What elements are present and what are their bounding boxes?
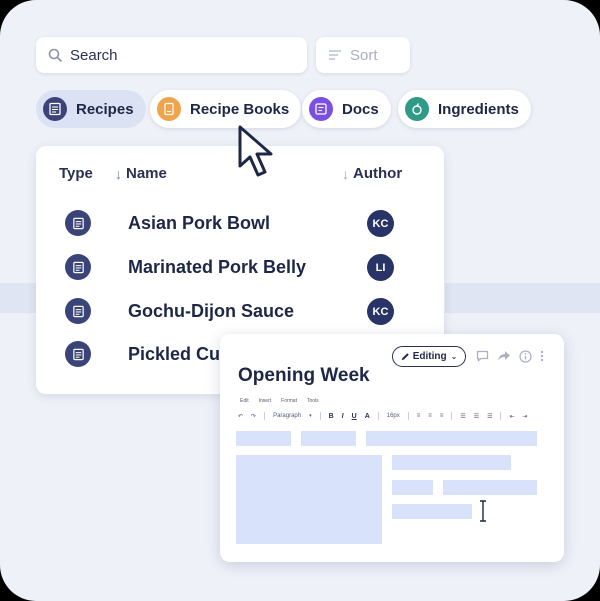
italic-button[interactable]: I (342, 413, 344, 420)
editor-menu-bar: Edit Insert Format Tools (240, 398, 319, 404)
toolbar-divider (451, 412, 453, 420)
comment-icon[interactable] (474, 348, 490, 364)
document-icon (65, 341, 91, 367)
menu-insert[interactable]: Insert (259, 398, 272, 404)
content-placeholder (392, 504, 472, 519)
numbered-list-icon[interactable]: ☰ (474, 413, 479, 420)
document-icon (65, 298, 91, 324)
underline-button[interactable]: U (352, 413, 357, 420)
sort-button[interactable]: Sort (316, 37, 410, 73)
avatar: LI (367, 254, 394, 281)
tab-label: Ingredients (438, 100, 519, 118)
tab-label: Recipes (76, 100, 134, 118)
content-placeholder (236, 431, 291, 446)
column-name[interactable]: ↓ Name (115, 165, 167, 182)
sort-icon (329, 50, 341, 60)
docs-icon (309, 97, 333, 121)
toolbar-divider (377, 412, 379, 420)
column-author[interactable]: ↓ Author (342, 165, 402, 182)
mouse-pointer-icon (238, 125, 273, 177)
table-row[interactable]: Gochu-Dijon Sauce KC (36, 291, 444, 331)
formatting-toolbar: ↶ ↷ Paragraph ▾ B I U A 16px ≡ ≡ ≡ ☰ ☰ ☰… (238, 410, 528, 422)
frame-notch-left (0, 283, 36, 313)
checklist-icon[interactable]: ☰ (487, 413, 492, 420)
bullet-list-icon[interactable]: ☰ (460, 413, 465, 420)
avatar: KC (367, 298, 394, 325)
book-icon (157, 97, 181, 121)
toolbar-divider (319, 412, 321, 420)
toolbar-divider (500, 412, 502, 420)
menu-edit[interactable]: Edit (240, 398, 249, 404)
doc-editor-card: Editing ⌄ Opening Week Edit Insert Forma… (220, 334, 564, 562)
document-icon (65, 210, 91, 236)
recipe-name: Asian Pork Bowl (128, 213, 271, 233)
indent-icon[interactable]: ⇥ (523, 413, 528, 420)
align-left-icon[interactable]: ≡ (417, 413, 421, 419)
column-type[interactable]: Type (59, 165, 93, 182)
chevron-down-icon: ▾ (309, 413, 312, 419)
sort-label: Sort (350, 46, 378, 64)
recipe-name: Pickled Cu (128, 344, 221, 364)
align-center-icon[interactable]: ≡ (428, 413, 432, 419)
redo-icon[interactable]: ↷ (251, 413, 256, 420)
tab-recipe-books[interactable]: Recipe Books (150, 90, 302, 128)
search-icon (48, 48, 62, 62)
text-cursor-icon (480, 500, 486, 522)
table-row[interactable]: Marinated Pork Belly LI (36, 247, 444, 287)
share-icon[interactable] (496, 348, 512, 364)
content-placeholder (443, 480, 537, 495)
paragraph-style-select[interactable]: Paragraph (273, 413, 301, 419)
menu-tools[interactable]: Tools (307, 398, 319, 404)
outdent-icon[interactable]: ⇤ (509, 413, 514, 420)
content-placeholder (366, 431, 537, 446)
align-right-icon[interactable]: ≡ (440, 413, 444, 419)
menu-format[interactable]: Format (281, 398, 297, 404)
tab-recipes[interactable]: Recipes (36, 90, 146, 128)
apple-icon (405, 97, 429, 121)
tab-label: Docs (342, 100, 379, 118)
content-placeholder (392, 455, 511, 470)
text-color-button[interactable]: A (365, 413, 370, 420)
pencil-icon (401, 353, 409, 361)
chevron-down-icon: ⌄ (450, 352, 458, 361)
content-placeholder (301, 431, 356, 446)
content-placeholder (392, 480, 433, 495)
undo-icon[interactable]: ↶ (238, 413, 243, 420)
content-placeholder (236, 455, 382, 544)
document-icon (65, 254, 91, 280)
recipe-name: Marinated Pork Belly (128, 257, 307, 277)
tab-ingredients[interactable]: Ingredients (398, 90, 531, 128)
editing-mode-dropdown[interactable]: Editing ⌄ (392, 346, 466, 367)
info-icon[interactable] (517, 348, 533, 364)
search-placeholder: Search (70, 46, 118, 64)
document-icon (43, 97, 67, 121)
document-title[interactable]: Opening Week (238, 365, 370, 387)
frame-notch-right (445, 283, 600, 313)
sort-down-arrow-icon: ↓ (342, 165, 349, 182)
toolbar-divider (407, 412, 409, 420)
sort-down-arrow-icon: ↓ (115, 165, 122, 182)
tab-label: Recipe Books (190, 100, 290, 118)
tab-docs[interactable]: Docs (302, 90, 391, 128)
avatar: KC (367, 210, 394, 237)
toolbar-divider (264, 412, 266, 420)
bold-button[interactable]: B (329, 413, 334, 420)
search-input[interactable]: Search (36, 37, 307, 73)
more-options-icon[interactable] (534, 348, 550, 364)
table-row[interactable]: Asian Pork Bowl KC (36, 203, 444, 243)
font-size-select[interactable]: 16px (387, 413, 400, 419)
recipe-name: Gochu-Dijon Sauce (128, 301, 295, 321)
